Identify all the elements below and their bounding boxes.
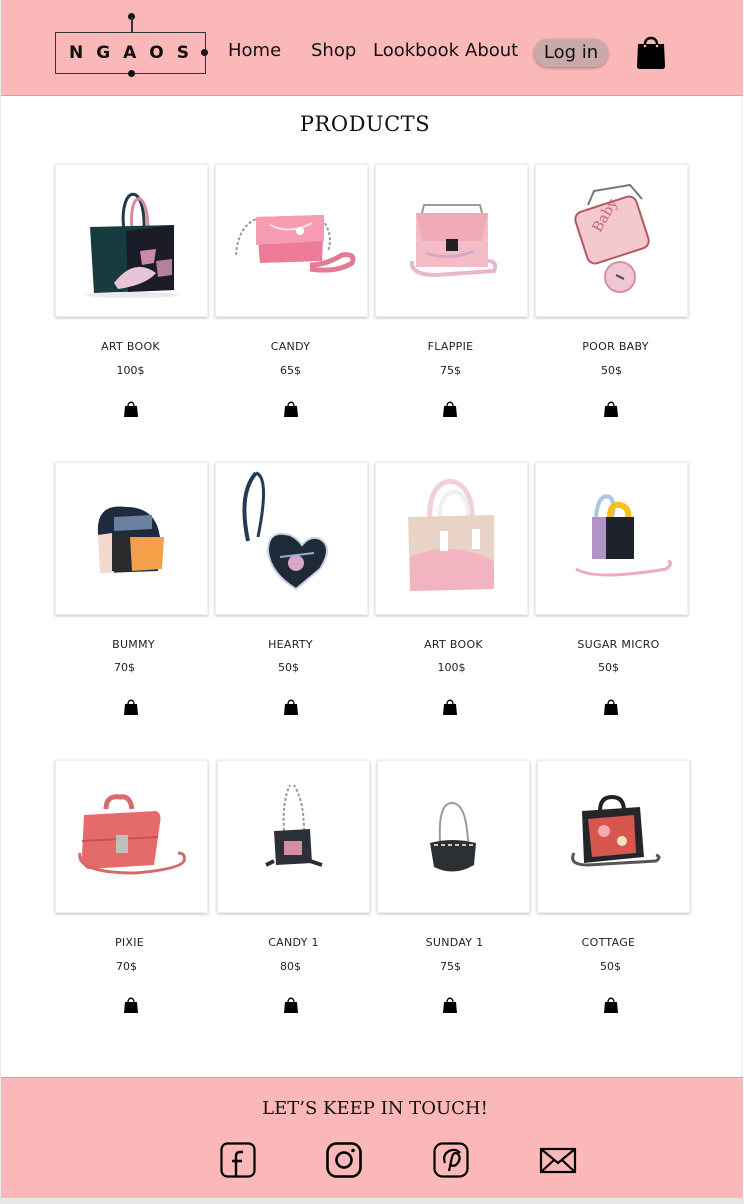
product-price: 50$ xyxy=(278,661,299,674)
mail-icon[interactable] xyxy=(539,1141,577,1179)
product-name: FLAPPIE xyxy=(427,340,474,353)
instagram-icon[interactable] xyxy=(325,1141,363,1179)
product-price: 65$ xyxy=(280,364,301,377)
product-name: HEARTY xyxy=(268,638,313,651)
chain-bag-image xyxy=(265,784,323,867)
product-price: 70$ xyxy=(114,661,135,674)
product-price: 75$ xyxy=(440,364,461,377)
product-name: ART BOOK xyxy=(424,638,483,651)
logo-dot xyxy=(201,49,208,56)
logo-line xyxy=(131,17,133,33)
products-title: PRODUCTS xyxy=(299,112,431,136)
add-to-cart-icon[interactable] xyxy=(442,698,458,716)
add-to-cart-icon[interactable] xyxy=(603,996,619,1014)
product-image[interactable] xyxy=(535,462,688,615)
add-to-cart-icon[interactable] xyxy=(283,996,299,1014)
product-image[interactable] xyxy=(55,462,208,615)
product-price: 75$ xyxy=(440,960,461,973)
pinterest-icon[interactable] xyxy=(432,1141,470,1179)
site-footer: LET’S KEEP IN TOUCH! xyxy=(1,1077,743,1199)
product-image[interactable] xyxy=(55,164,208,317)
add-to-cart-icon[interactable] xyxy=(603,400,619,418)
add-to-cart-icon[interactable] xyxy=(283,698,299,716)
product-name: PIXIE xyxy=(114,936,145,949)
product-image[interactable] xyxy=(215,462,368,615)
add-to-cart-icon[interactable] xyxy=(123,996,139,1014)
product-image[interactable] xyxy=(217,760,370,913)
nav-about[interactable]: About xyxy=(465,40,518,61)
product-name: BUMMY xyxy=(112,638,155,651)
heart-bag-image xyxy=(242,471,328,591)
logo-dot xyxy=(128,70,135,77)
product-image[interactable] xyxy=(375,462,528,615)
tote-bag-image xyxy=(86,192,178,298)
add-to-cart-icon[interactable] xyxy=(442,996,458,1014)
product-name: CANDY xyxy=(270,340,311,353)
product-name: SUGAR MICRO xyxy=(577,638,660,651)
add-to-cart-icon[interactable] xyxy=(123,400,139,418)
page: NGAOS Home Shop Lookbook About Log in PR… xyxy=(0,0,744,1204)
product-price: 50$ xyxy=(601,364,622,377)
product-image[interactable] xyxy=(215,164,368,317)
vanity-bag-image xyxy=(78,794,186,875)
micro-bag-image xyxy=(575,494,673,577)
baguette-bag-image xyxy=(430,801,476,872)
add-to-cart-icon[interactable] xyxy=(442,400,458,418)
login-button[interactable]: Log in xyxy=(534,39,608,67)
add-to-cart-icon[interactable] xyxy=(603,698,619,716)
product-price: 100$ xyxy=(437,661,466,674)
pouch-bag-image: Baby xyxy=(574,183,650,293)
product-image[interactable] xyxy=(377,760,530,913)
square-bag-image xyxy=(571,794,661,867)
crossbody-bag-image xyxy=(235,215,356,273)
facebook-icon[interactable] xyxy=(219,1141,257,1179)
product-name: SUNDAY 1 xyxy=(425,936,484,949)
product-name: ART BOOK xyxy=(101,340,160,353)
bottom-strip xyxy=(1,1198,744,1204)
site-header: NGAOS Home Shop Lookbook About Log in xyxy=(1,0,743,96)
flap-bag-image xyxy=(409,204,498,278)
product-image[interactable] xyxy=(375,164,528,317)
product-price: 100$ xyxy=(116,364,145,377)
footer-title: LET’S KEEP IN TOUCH! xyxy=(262,1098,488,1119)
add-to-cart-icon[interactable] xyxy=(123,698,139,716)
product-image[interactable] xyxy=(537,760,690,913)
product-name: POOR BABY xyxy=(582,340,649,353)
add-to-cart-icon[interactable] xyxy=(283,400,299,418)
product-price: 50$ xyxy=(600,960,621,973)
logo[interactable]: NGAOS xyxy=(55,13,208,77)
logo-text: NGAOS xyxy=(68,43,203,63)
backpack-image xyxy=(97,506,164,573)
nav-lookbook[interactable]: Lookbook xyxy=(373,40,459,61)
product-image[interactable]: Baby xyxy=(535,164,688,317)
product-price: 50$ xyxy=(598,661,619,674)
product-name: CANDY 1 xyxy=(268,936,319,949)
product-price: 80$ xyxy=(280,960,301,973)
product-name: COTTAGE xyxy=(581,936,636,949)
product-price: 70$ xyxy=(116,960,137,973)
shopping-bag-icon[interactable] xyxy=(635,32,667,70)
nav-home[interactable]: Home xyxy=(228,40,281,61)
nav-shop[interactable]: Shop xyxy=(311,40,356,61)
tote-bag-image xyxy=(408,479,494,591)
product-image[interactable] xyxy=(55,760,208,913)
